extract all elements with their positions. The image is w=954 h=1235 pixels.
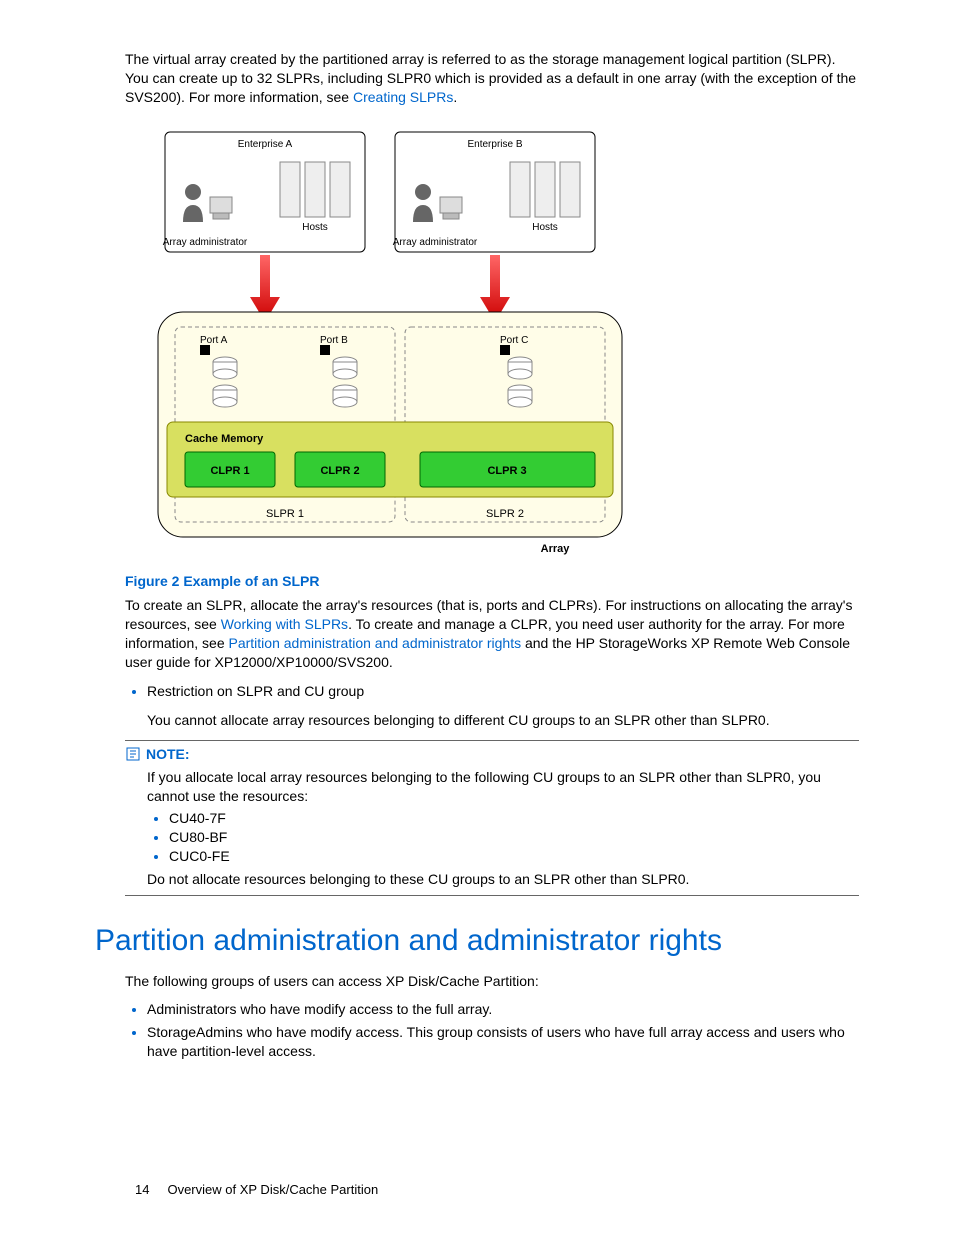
note-intro: If you allocate local array resources be… xyxy=(147,768,859,806)
label-admin-b: Array administrator xyxy=(393,237,478,248)
intro-text-a: The virtual array created by the partiti… xyxy=(125,51,856,105)
label-slpr2: SLPR 2 xyxy=(486,508,524,520)
restriction-sub: You cannot allocate array resources belo… xyxy=(147,711,859,730)
note-icon xyxy=(125,746,141,762)
link-partition-admin[interactable]: Partition administration and administrat… xyxy=(229,635,522,651)
label-cache: Cache Memory xyxy=(185,433,264,445)
section-bullet-1: StorageAdmins who have modify access. Th… xyxy=(147,1023,859,1061)
label-enterprise-a: Enterprise A xyxy=(238,139,293,150)
note-item-0: CU40-7F xyxy=(169,809,859,828)
label-clpr3: CLPR 3 xyxy=(487,465,526,477)
label-port-b: Port B xyxy=(320,335,348,346)
label-admin-a: Array administrator xyxy=(163,237,248,248)
label-hosts-b: Hosts xyxy=(532,222,558,233)
note-item-1: CU80-BF xyxy=(169,828,859,847)
label-hosts-a: Hosts xyxy=(302,222,328,233)
label-clpr1: CLPR 1 xyxy=(210,465,249,477)
note-outro: Do not allocate resources belonging to t… xyxy=(147,870,859,889)
figure-diagram: Enterprise A Array administrator Hosts E… xyxy=(155,127,859,562)
intro-paragraph: The virtual array created by the partiti… xyxy=(125,50,859,107)
note-items: CU40-7F CU80-BF CUC0-FE xyxy=(147,809,859,866)
label-port-a: Port A xyxy=(200,335,228,346)
note-label: NOTE: xyxy=(146,745,190,764)
section-title: Partition administration and administrat… xyxy=(95,921,859,962)
label-port-c: Port C xyxy=(500,335,528,346)
label-enterprise-b: Enterprise B xyxy=(467,139,522,150)
restriction-list: Restriction on SLPR and CU group xyxy=(125,682,859,701)
footer-title: Overview of XP Disk/Cache Partition xyxy=(167,1181,378,1199)
create-slpr-paragraph: To create an SLPR, allocate the array's … xyxy=(125,596,859,672)
figure-caption: Figure 2 Example of an SLPR xyxy=(125,572,859,591)
section-intro: The following groups of users can access… xyxy=(125,972,859,991)
label-clpr2: CLPR 2 xyxy=(320,465,359,477)
note-block: NOTE: If you allocate local array resour… xyxy=(125,740,859,896)
link-creating-slprs[interactable]: Creating SLPRs xyxy=(353,89,453,105)
section-bullet-0: Administrators who have modify access to… xyxy=(147,1000,859,1019)
page-footer: 14 Overview of XP Disk/Cache Partition xyxy=(95,1181,859,1199)
label-slpr1: SLPR 1 xyxy=(266,508,304,520)
restriction-item: Restriction on SLPR and CU group xyxy=(147,682,859,701)
label-array: Array xyxy=(541,543,571,555)
note-item-2: CUC0-FE xyxy=(169,847,859,866)
section-bullets: Administrators who have modify access to… xyxy=(125,1000,859,1061)
link-working-with-slprs[interactable]: Working with SLPRs xyxy=(221,616,348,632)
intro-text-b: . xyxy=(453,89,457,105)
page-number: 14 xyxy=(135,1181,149,1199)
